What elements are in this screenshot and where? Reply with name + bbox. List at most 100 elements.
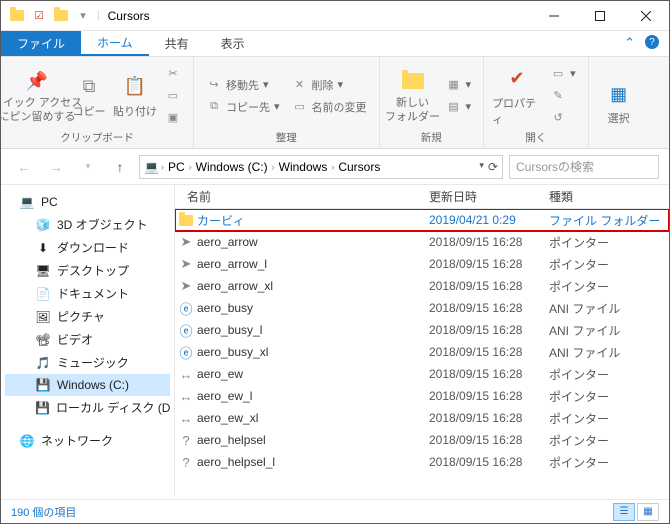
file-list: 名前 更新日時 種類 カービィ2019/04/21 0:29ファイル フォルダー…: [175, 185, 669, 497]
paste-shortcut-button[interactable]: ▣: [161, 107, 185, 129]
copy-button[interactable]: ⧉ コピー: [69, 73, 109, 119]
tree-item-icon: 🎵: [35, 355, 51, 371]
breadcrumb-segment[interactable]: Windows: [277, 160, 330, 174]
maximize-button[interactable]: [577, 1, 623, 31]
cut-button[interactable]: ✂: [161, 63, 185, 85]
tab-home[interactable]: ホーム: [81, 31, 149, 56]
breadcrumb-segment[interactable]: Windows (C:): [194, 160, 270, 174]
file-date: 2018/09/15 16:28: [429, 345, 549, 359]
view-details-button[interactable]: ☰: [613, 503, 635, 521]
ribbon-collapse-icon[interactable]: ⌃: [624, 35, 635, 51]
close-button[interactable]: [623, 1, 669, 31]
qat-dropdown-icon[interactable]: ▾: [75, 8, 91, 24]
file-row[interactable]: ➤aero_arrow2018/09/15 16:28ポインター: [175, 231, 669, 253]
file-type: ANI ファイル: [549, 300, 669, 317]
tree-item[interactable]: 🧊3D オブジェクト: [5, 213, 170, 236]
tree-item-icon: 🖼: [35, 309, 51, 325]
nav-tree: 💻PC 🧊3D オブジェクト⬇ダウンロード🖥デスクトップ📄ドキュメント🖼ピクチャ…: [1, 185, 175, 497]
file-icon: ↔: [175, 389, 197, 404]
titlebar: ☑ ▾ | Cursors: [1, 1, 669, 31]
file-row[interactable]: ➤aero_arrow_xl2018/09/15 16:28ポインター: [175, 275, 669, 297]
pin-to-quick-access-button[interactable]: 📌 クイック アクセス にピン留めする: [9, 67, 65, 123]
file-type: ポインター: [549, 278, 669, 295]
file-icon: ➤: [175, 234, 197, 250]
file-row[interactable]: ?aero_helpsel2018/09/15 16:28ポインター: [175, 429, 669, 451]
recent-dropdown[interactable]: ▾: [75, 154, 101, 180]
navbar: ← → ▾ ↑ 💻 › PC › Windows (C:) › Windows …: [1, 149, 669, 185]
column-name[interactable]: 名前: [175, 188, 429, 205]
file-row[interactable]: カービィ2019/04/21 0:29ファイル フォルダー: [175, 209, 669, 231]
file-name: aero_busy_xl: [197, 345, 429, 359]
tree-item[interactable]: ⬇ダウンロード: [5, 236, 170, 259]
file-date: 2018/09/15 16:28: [429, 455, 549, 469]
tree-item[interactable]: 🖥デスクトップ: [5, 259, 170, 282]
copy-to-button[interactable]: ⧉コピー先 ▾: [202, 96, 284, 118]
tree-item[interactable]: 🎵ミュージック: [5, 351, 170, 374]
tree-pc[interactable]: 💻PC: [5, 191, 170, 213]
easy-access-button[interactable]: ▤▾: [442, 96, 476, 118]
new-item-button[interactable]: ▦▾: [442, 74, 476, 96]
tree-item[interactable]: 📄ドキュメント: [5, 282, 170, 305]
column-type[interactable]: 種類: [549, 188, 669, 205]
file-row[interactable]: ⓔaero_busy_l2018/09/15 16:28ANI ファイル: [175, 319, 669, 341]
file-date: 2018/09/15 16:28: [429, 367, 549, 381]
file-name: aero_helpsel_l: [197, 455, 429, 469]
tab-file[interactable]: ファイル: [1, 31, 81, 56]
select-icon: ▦: [605, 80, 633, 108]
refresh-icon[interactable]: ⟳: [488, 160, 498, 174]
breadcrumb-segment[interactable]: PC: [166, 160, 187, 174]
tab-view[interactable]: 表示: [205, 31, 261, 56]
rename-button[interactable]: ▭名前の変更: [288, 96, 371, 118]
file-type: ANI ファイル: [549, 344, 669, 361]
file-row[interactable]: ↔aero_ew_l2018/09/15 16:28ポインター: [175, 385, 669, 407]
file-name: aero_ew_xl: [197, 411, 429, 425]
tree-item[interactable]: 📽ビデオ: [5, 328, 170, 351]
view-icons-button[interactable]: ▦: [637, 503, 659, 521]
copy-path-button[interactable]: ▭: [161, 85, 185, 107]
properties-button[interactable]: ✔ プロパティ: [492, 65, 542, 127]
window-title: Cursors: [100, 9, 531, 23]
search-input[interactable]: Cursorsの検索: [509, 155, 659, 179]
file-date: 2018/09/15 16:28: [429, 411, 549, 425]
move-to-button[interactable]: ↪移動先 ▾: [202, 74, 284, 96]
minimize-button[interactable]: [531, 1, 577, 31]
address-dropdown-icon[interactable]: ▾: [479, 160, 484, 174]
file-row[interactable]: ↔aero_ew2018/09/15 16:28ポインター: [175, 363, 669, 385]
edit-button[interactable]: ✎: [546, 85, 580, 107]
select-button[interactable]: ▦ 選択: [597, 80, 641, 126]
paste-button[interactable]: 📋 貼り付け: [113, 73, 157, 119]
open-button[interactable]: ▭▾: [546, 63, 580, 85]
file-row[interactable]: ⓔaero_busy2018/09/15 16:28ANI ファイル: [175, 297, 669, 319]
up-button[interactable]: ↑: [107, 154, 133, 180]
help-icon[interactable]: ?: [645, 35, 659, 49]
file-name: aero_busy: [197, 301, 429, 315]
cut-icon: ✂: [165, 67, 181, 80]
file-icon: ➤: [175, 256, 197, 272]
tree-item[interactable]: 💾Windows (C:): [5, 374, 170, 396]
pc-icon: 💻: [19, 194, 35, 210]
group-label-select: [597, 145, 641, 146]
back-button[interactable]: ←: [11, 154, 37, 180]
forward-button[interactable]: →: [43, 154, 69, 180]
file-row[interactable]: ➤aero_arrow_l2018/09/15 16:28ポインター: [175, 253, 669, 275]
delete-button[interactable]: ✕削除 ▾: [288, 74, 371, 96]
file-row[interactable]: ?aero_helpsel_l2018/09/15 16:28ポインター: [175, 451, 669, 473]
status-text: 190 個の項目: [11, 504, 76, 520]
file-row[interactable]: ⓔaero_busy_xl2018/09/15 16:28ANI ファイル: [175, 341, 669, 363]
tree-network[interactable]: 🌐ネットワーク: [5, 429, 170, 452]
file-type: ポインター: [549, 388, 669, 405]
file-type: ポインター: [549, 454, 669, 471]
column-date[interactable]: 更新日時: [429, 188, 549, 205]
file-date: 2018/09/15 16:28: [429, 323, 549, 337]
tree-item[interactable]: 🖼ピクチャ: [5, 305, 170, 328]
tab-share[interactable]: 共有: [149, 31, 205, 56]
history-button[interactable]: ↺: [546, 107, 580, 129]
address-bar[interactable]: 💻 › PC › Windows (C:) › Windows › Cursor…: [139, 155, 503, 179]
tree-item[interactable]: 💾ローカル ディスク (D: [5, 396, 170, 419]
checkbox-icon[interactable]: ☑: [31, 8, 47, 24]
file-date: 2018/09/15 16:28: [429, 235, 549, 249]
breadcrumb-segment[interactable]: Cursors: [336, 160, 382, 174]
new-folder-button[interactable]: 新しい フォルダー: [388, 67, 438, 123]
file-type: ファイル フォルダー: [549, 212, 669, 229]
file-row[interactable]: ↔aero_ew_xl2018/09/15 16:28ポインター: [175, 407, 669, 429]
